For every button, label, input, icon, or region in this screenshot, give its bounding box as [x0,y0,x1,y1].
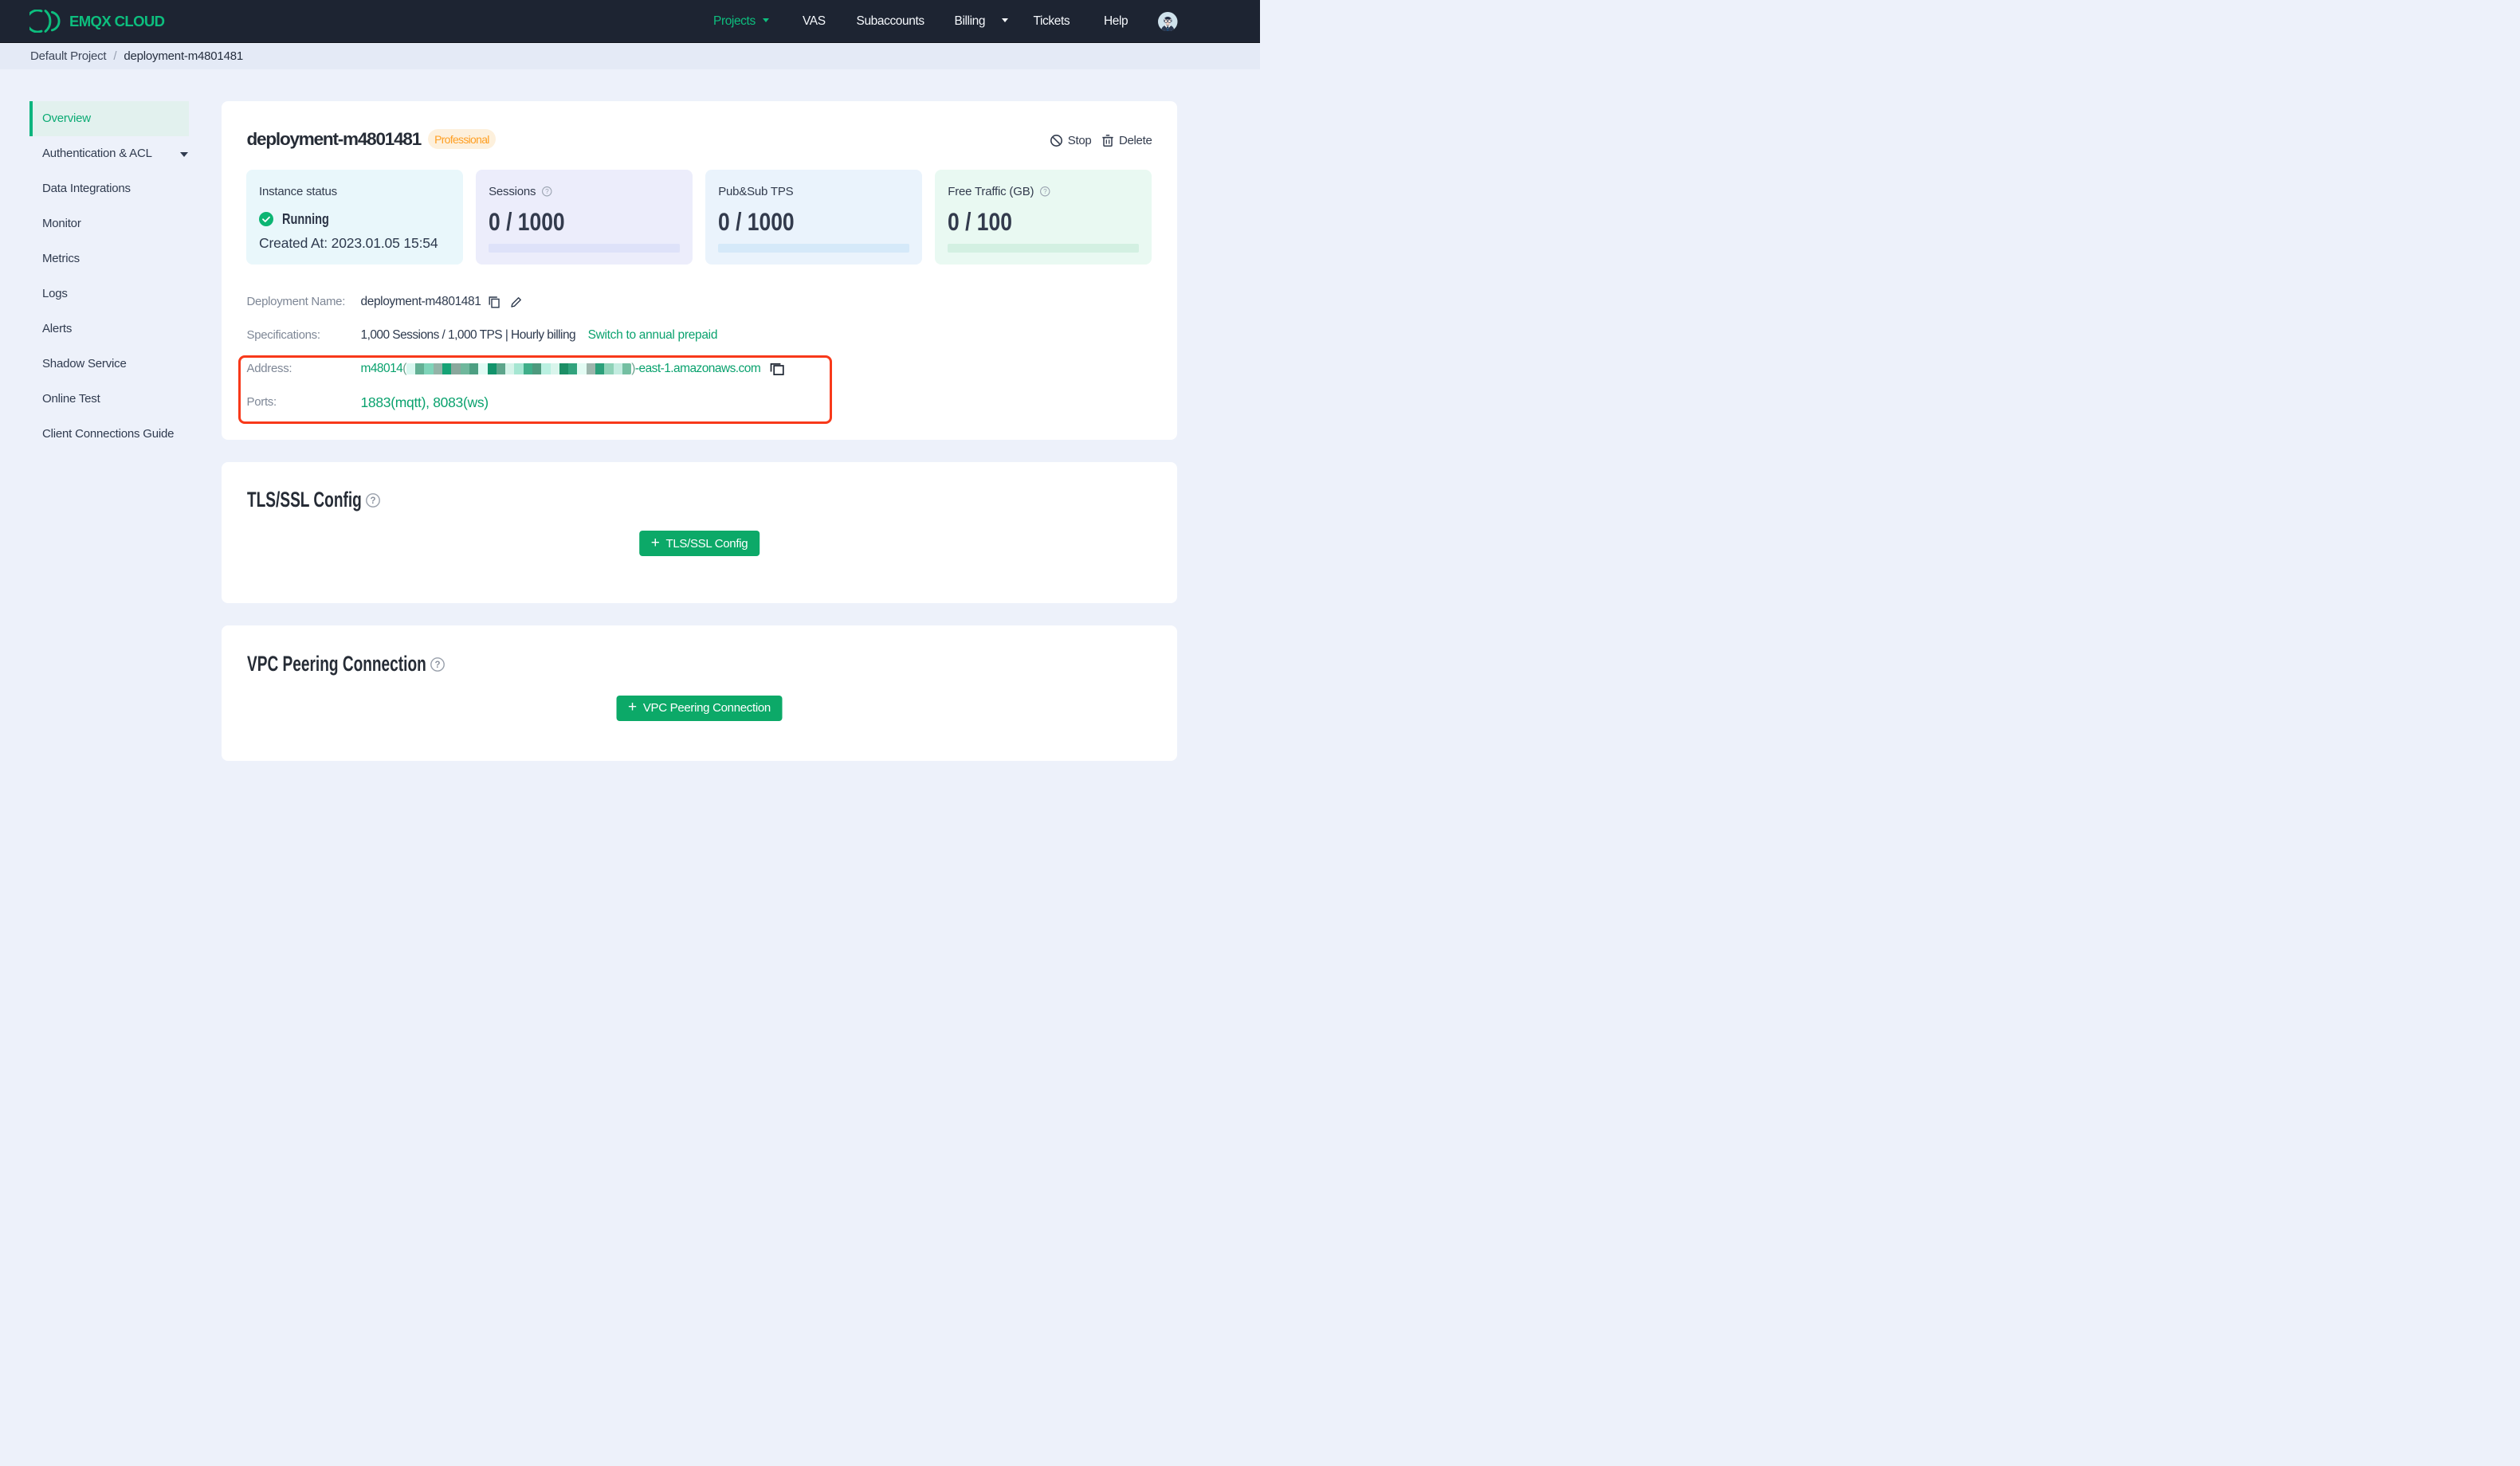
svg-text:?: ? [1043,188,1047,195]
svg-text:?: ? [545,188,549,195]
svg-text:?: ? [370,496,375,506]
svg-text:?: ? [434,660,440,670]
